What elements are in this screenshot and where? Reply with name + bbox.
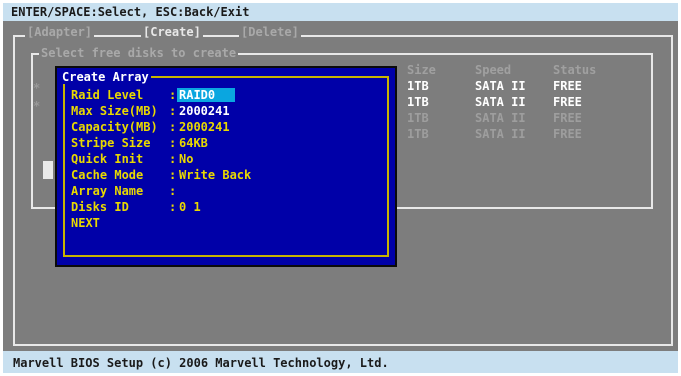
disk-size[interactable]: 1TB (407, 95, 429, 109)
panel-title: Select free disks to create (39, 46, 239, 60)
disk-speed[interactable]: SATA II (475, 111, 526, 125)
copyright-text: Marvell BIOS Setup (c) 2006 Marvell Tech… (13, 356, 389, 370)
max-size-value: 2000241 (179, 104, 230, 118)
disk-speed[interactable]: SATA II (475, 79, 526, 93)
status-bar: Marvell BIOS Setup (c) 2006 Marvell Tech… (3, 351, 678, 373)
column-header-size: Size (407, 63, 436, 77)
row-marker: * (33, 99, 41, 113)
tab-adapter[interactable]: [Adapter] (25, 25, 95, 39)
raid-level-value[interactable]: RAID0 (177, 88, 235, 102)
separator: : (169, 152, 177, 166)
separator: : (169, 200, 177, 214)
separator: : (169, 136, 177, 150)
column-header-status: Status (553, 63, 597, 77)
disk-status[interactable]: FREE (553, 95, 582, 109)
disk-speed[interactable]: SATA II (475, 95, 526, 109)
disks-id-label: Disks ID (71, 200, 129, 214)
tab-create[interactable]: [Create] (141, 25, 203, 39)
cursor-block (43, 161, 53, 179)
disk-status[interactable]: FREE (553, 111, 582, 125)
array-name-row[interactable]: Array Name: (71, 184, 176, 198)
cache-mode-row[interactable]: Cache Mode: Write Back (71, 168, 251, 182)
cache-mode-value: Write Back (179, 168, 252, 182)
disk-size[interactable]: 1TB (407, 111, 429, 125)
max-size-label: Max Size(MB) (71, 104, 158, 118)
disk-size[interactable]: 1TB (407, 79, 429, 93)
separator: : (169, 104, 177, 118)
disk-size[interactable]: 1TB (407, 127, 429, 141)
disk-speed[interactable]: SATA II (475, 127, 526, 141)
separator: : (169, 88, 177, 102)
quick-init-row[interactable]: Quick Init: No (71, 152, 193, 166)
disk-status[interactable]: FREE (553, 127, 582, 141)
column-header-speed: Speed (475, 63, 512, 77)
disks-id-value: 0 1 (179, 200, 201, 214)
help-bar: ENTER/SPACE:Select, ESC:Back/Exit (3, 3, 678, 21)
separator: : (169, 120, 177, 134)
cache-mode-label: Cache Mode (71, 168, 144, 182)
stripe-size-label: Stripe Size (71, 136, 151, 150)
separator: : (169, 184, 177, 198)
disks-id-row[interactable]: Disks ID:0 1 (71, 200, 201, 214)
quick-init-value: No (179, 152, 194, 166)
stripe-size-row[interactable]: Stripe Size:64KB (71, 136, 208, 150)
separator: : (169, 168, 177, 182)
raid-level-row[interactable]: Raid Level: (71, 88, 176, 102)
capacity-label: Capacity(MB) (71, 120, 158, 134)
create-array-dialog: Create Array Raid Level: RAID0 Max Size(… (55, 66, 397, 267)
help-text: ENTER/SPACE:Select, ESC:Back/Exit (11, 5, 250, 19)
capacity-value: 2000241 (179, 120, 230, 134)
array-name-label: Array Name (71, 184, 144, 198)
dialog-title: Create Array (60, 70, 151, 84)
next-button[interactable]: NEXT (71, 216, 100, 230)
stripe-size-value: 64KB (179, 136, 208, 150)
tab-delete[interactable]: [Delete] (239, 25, 301, 39)
max-size-row[interactable]: Max Size(MB):2000241 (71, 104, 230, 118)
raid-level-label: Raid Level (71, 88, 144, 102)
bios-screen: ENTER/SPACE:Select, ESC:Back/Exit [Adapt… (3, 3, 678, 373)
quick-init-label: Quick Init (71, 152, 144, 166)
disk-status[interactable]: FREE (553, 79, 582, 93)
capacity-row[interactable]: Capacity(MB):2000241 (71, 120, 230, 134)
row-marker: * (33, 81, 41, 95)
